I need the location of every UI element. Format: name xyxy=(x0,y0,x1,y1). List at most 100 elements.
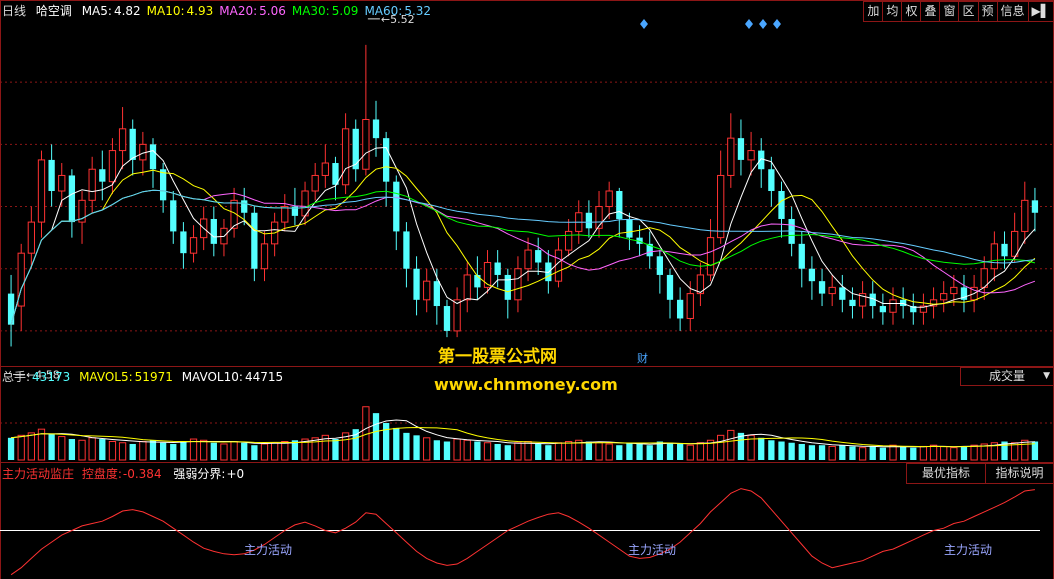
candle-body xyxy=(189,237,198,254)
volume-bar xyxy=(118,442,127,461)
toolbar-button[interactable]: 权 xyxy=(901,1,922,22)
volume-bar xyxy=(139,441,147,461)
candle-body xyxy=(311,174,319,192)
indicator-explain-button[interactable]: 指标说明 xyxy=(985,463,1054,484)
toolbar-button[interactable]: 叠 xyxy=(920,1,941,22)
volume-bar xyxy=(189,438,198,461)
watermark-url: www.chnmoney.com xyxy=(434,375,618,394)
candle-body xyxy=(879,306,887,313)
candle-body xyxy=(99,169,106,182)
volume-bar xyxy=(524,441,532,461)
candle-body xyxy=(828,286,836,295)
volume-bar xyxy=(879,447,887,460)
volume-indicator-selected: 成交量 xyxy=(989,369,1026,383)
candle-body xyxy=(27,221,35,254)
strength-split-value: +0 xyxy=(226,467,245,481)
candle-body xyxy=(453,299,461,332)
volume-bar xyxy=(960,446,968,460)
toolbar-button[interactable]: 均 xyxy=(882,1,903,22)
candle-body xyxy=(758,150,765,170)
indicator-name: 主力活动监庄 xyxy=(2,467,75,481)
indicator-header: 主力活动监庄 控盘度:-0.384 强弱分界:+0 xyxy=(2,466,248,482)
candle-body xyxy=(170,200,177,232)
volume-indicator-select[interactable]: 成交量 ▼ xyxy=(960,367,1054,386)
volume-bar xyxy=(929,444,938,461)
volume-bar xyxy=(251,445,258,460)
chart-toolbar: 加均权叠窗区预信息 ▶▌ xyxy=(863,1,1054,22)
volume-bar xyxy=(768,440,775,460)
ma-legend-item: MA60: xyxy=(364,4,403,18)
toolbar-button[interactable]: 信息 xyxy=(996,1,1029,22)
candle-body xyxy=(341,128,350,186)
toolbar-button[interactable]: 预 xyxy=(977,1,998,22)
volume-bar xyxy=(798,443,805,460)
ma-legend-item: MA20: xyxy=(219,4,258,18)
volume-bar xyxy=(423,437,431,461)
toolbar-button[interactable]: ▶▌ xyxy=(1027,1,1054,22)
candle-body xyxy=(798,243,805,269)
toolbar-button[interactable]: 加 xyxy=(863,1,884,22)
volume-bar xyxy=(585,441,593,460)
volume-bar xyxy=(281,441,289,461)
volume-bar xyxy=(808,445,816,460)
volume-bar xyxy=(48,434,55,460)
volume-bar xyxy=(453,438,461,461)
control-degree-label: 控盘度: xyxy=(81,467,122,481)
volume-bar xyxy=(58,436,66,461)
candle-body xyxy=(554,249,563,282)
volume-bar xyxy=(696,442,705,461)
mavol5-label: MAVOL5: xyxy=(79,370,133,384)
stock-name: 哈空调 xyxy=(35,4,72,18)
price-chart[interactable]: ←5.52←4.58财 xyxy=(0,0,1054,579)
volume-bar xyxy=(818,445,826,460)
candle-body xyxy=(159,169,167,201)
volume-bar xyxy=(230,441,238,461)
volume-bar xyxy=(940,445,948,461)
candle-body xyxy=(108,150,117,183)
volume-bar xyxy=(727,429,735,461)
volume-bar xyxy=(758,437,765,460)
candle-body xyxy=(210,218,217,244)
toolbar-button[interactable]: 窗 xyxy=(939,1,960,22)
volume-bar xyxy=(858,447,867,461)
candle-body xyxy=(443,306,451,331)
candle-body xyxy=(504,274,511,300)
candle-body xyxy=(1021,199,1029,232)
candle-body xyxy=(818,281,826,294)
volume-bar xyxy=(383,423,390,460)
candle-body xyxy=(463,274,471,301)
candle-body xyxy=(564,230,573,251)
volume-bar xyxy=(554,442,563,461)
watermark-title: 第一股票公式网 xyxy=(438,347,557,367)
mavol5-value: 51971 xyxy=(134,370,173,384)
volume-bar xyxy=(717,434,725,461)
candle-body xyxy=(423,280,431,301)
candle-body xyxy=(990,243,999,270)
candle-body xyxy=(433,281,440,307)
period-label: 日线 xyxy=(2,4,27,18)
volume-bar xyxy=(839,445,846,460)
volume-bar xyxy=(676,443,684,460)
mavol10-value: 44715 xyxy=(244,370,284,384)
toolbar-button[interactable]: 区 xyxy=(958,1,979,22)
volume-bar xyxy=(332,439,339,460)
volume-bar xyxy=(788,442,795,460)
candle-body xyxy=(413,268,420,300)
volume-bar xyxy=(869,446,876,460)
volume-bar xyxy=(616,445,623,460)
ma-legend-value: 5.06 xyxy=(259,4,286,18)
candle-body xyxy=(768,169,775,191)
candle-body xyxy=(666,274,674,300)
volume-bar xyxy=(1021,439,1029,461)
volume-bar xyxy=(129,443,136,460)
volume-bar xyxy=(474,441,481,460)
total-volume-value: 43173 xyxy=(32,370,71,384)
candle-body xyxy=(737,138,745,160)
strength-split-label: 强弱分界: xyxy=(173,467,226,481)
volume-bar xyxy=(210,442,217,460)
volume-bar xyxy=(666,442,674,460)
signal-label: 主力活动 xyxy=(944,543,993,557)
candle-body xyxy=(656,256,663,275)
best-indicator-button[interactable]: 最优指标 xyxy=(906,463,986,484)
mavol10-label: MAVOL10: xyxy=(181,370,243,384)
